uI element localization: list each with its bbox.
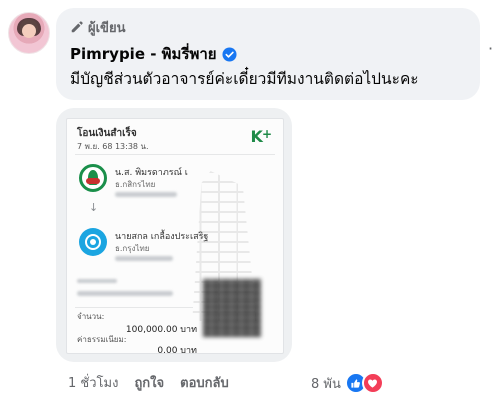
- receipt-divider: [75, 154, 275, 155]
- author-name[interactable]: Pimrypie - พิมรี่พาย: [70, 42, 217, 66]
- comment-text: มีบัญชีส่วนตัวอาจารย์ค่ะเดี๋ยวมีทีมงานติ…: [70, 70, 419, 88]
- reactions-summary[interactable]: 8 พัน: [311, 372, 384, 394]
- amount-label: จำนวน:: [77, 312, 105, 321]
- kplus-logo: K+: [250, 127, 272, 146]
- sender-name: น.ส. พิมรดาภรณ์ เ: [115, 168, 188, 178]
- author-badge-label: ผู้เขียน: [88, 20, 126, 36]
- kplus-letter: K: [250, 127, 263, 146]
- avatar-face: [22, 24, 36, 38]
- receiver-name: นายสกล เกลื้องประเสริฐ: [115, 232, 209, 242]
- kbank-logo-icon: [79, 164, 107, 192]
- attached-image[interactable]: โอนเงินสำเร็จ 7 พ.ย. 68 13:38 น. K+ น.ส.…: [56, 108, 292, 362]
- reference-value-redacted: [77, 291, 173, 296]
- comment-bubble: ผู้เขียน Pimrypie - พิมรี่พาย มีบัญชีส่ว…: [56, 8, 480, 100]
- reference-label-redacted: [77, 279, 117, 283]
- receiver-bank: ธ.กรุงไทย: [115, 244, 150, 253]
- verified-badge-icon: [222, 46, 237, 62]
- amount-value: 100,000.00 บาท: [125, 325, 197, 335]
- sender-account-redacted: [115, 192, 177, 197]
- receipt-title: โอนเงินสำเร็จ: [77, 128, 137, 139]
- fee-value: 0.00 บาท: [157, 346, 197, 354]
- reply-button[interactable]: ตอบกลับ: [180, 372, 229, 393]
- receipt-divider-2: [75, 307, 193, 308]
- receipt-date: 7 พ.ย. 68 13:38 น.: [77, 142, 149, 151]
- arrow-down-icon: ↓: [89, 201, 99, 214]
- ktb-logo-icon: [79, 228, 107, 256]
- author-badge: ผู้เขียน: [70, 18, 125, 36]
- commenter-avatar[interactable]: [8, 12, 50, 54]
- kplus-plus: +: [261, 127, 272, 141]
- author-name-row: Pimrypie - พิมรี่พาย: [70, 42, 237, 66]
- qr-code: [203, 279, 261, 337]
- like-button[interactable]: ถูกใจ: [134, 372, 164, 393]
- comment-actions: 1 ชั่วโมง ถูกใจ ตอบกลับ: [68, 372, 229, 393]
- fee-label: ค่าธรรมเนียม:: [77, 335, 127, 344]
- comment-timestamp[interactable]: 1 ชั่วโมง: [68, 372, 118, 393]
- transfer-receipt: โอนเงินสำเร็จ 7 พ.ย. 68 13:38 น. K+ น.ส.…: [66, 118, 284, 354]
- more-options-button[interactable]: ·: [488, 41, 493, 57]
- pencil-icon: [71, 21, 83, 33]
- receiver-account-redacted: [115, 256, 173, 261]
- reaction-count: 8 พัน: [311, 376, 341, 392]
- sender-bank: ธ.กสิกรไทย: [115, 180, 156, 189]
- love-reaction-icon: [361, 372, 384, 394]
